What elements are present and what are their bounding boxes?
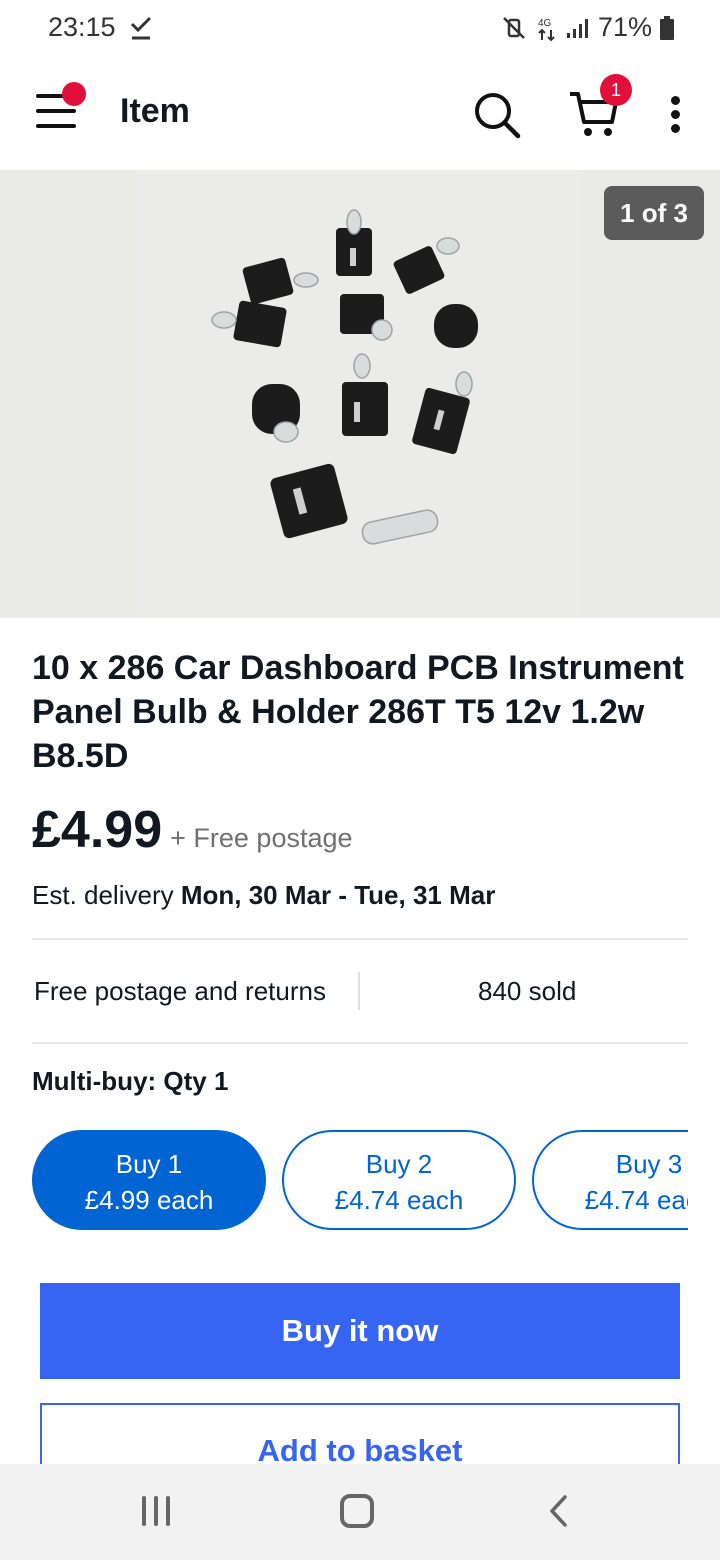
signal-icon	[566, 18, 588, 38]
info-separator	[358, 972, 360, 1010]
multibuy-label: Multi-buy: Qty 1	[32, 1066, 229, 1096]
price: £4.99	[32, 801, 163, 859]
image-counter: 1 of 3	[604, 186, 704, 240]
battery-percent: 71%	[597, 12, 652, 42]
multibuy-qty: Buy 2	[365, 1149, 433, 1179]
more-dot	[671, 110, 680, 119]
image-gallery[interactable]: 1 of 3	[0, 170, 720, 618]
recents-bar	[142, 1496, 146, 1526]
app-header: Item 1	[0, 60, 720, 170]
returns-info: Free postage and returns	[34, 976, 326, 1006]
back-icon[interactable]	[545, 1494, 575, 1528]
buy-it-now-button[interactable]: Buy it now	[40, 1283, 680, 1379]
multibuy-price: £4.99 each	[84, 1185, 214, 1215]
cart-count-badge: 1	[600, 74, 632, 106]
price-row: £4.99 + Free postage	[32, 800, 353, 860]
multibuy-options: Buy 1 £4.99 each Buy 2 £4.74 each Buy 3 …	[32, 1130, 688, 1232]
menu-button[interactable]	[34, 82, 86, 134]
sold-count: 840 sold	[478, 976, 577, 1006]
vibrate-mute-icon	[503, 16, 525, 39]
multibuy-option-1[interactable]: Buy 1 £4.99 each	[32, 1130, 266, 1230]
postage-info: + Free postage	[170, 823, 353, 853]
multibuy-qty: Buy 3	[615, 1149, 683, 1179]
more-options-icon[interactable]	[664, 94, 688, 134]
more-dot	[671, 124, 680, 133]
multibuy-price: £4.74 each	[584, 1185, 688, 1215]
recents-bar	[154, 1496, 158, 1526]
battery-icon	[660, 15, 674, 40]
svg-text:4G: 4G	[538, 18, 552, 29]
more-dot	[671, 96, 680, 105]
network-type-icon: 4G	[538, 18, 555, 41]
multibuy-option-3[interactable]: Buy 3 £4.74 each	[532, 1130, 688, 1230]
multibuy-option-2[interactable]: Buy 2 £4.74 each	[282, 1130, 516, 1230]
delivery-label: Est. delivery	[32, 880, 174, 910]
recents-bar	[166, 1496, 170, 1526]
status-time: 23:15	[48, 12, 116, 42]
home-icon[interactable]	[340, 1494, 374, 1528]
status-indicators: 4G 71%	[502, 12, 674, 43]
info-row: Free postage and returns 840 sold	[0, 940, 720, 1042]
delivery-dates: Mon, 30 Mar - Tue, 31 Mar	[180, 880, 496, 910]
product-title: 10 x 286 Car Dashboard PCB Instrument Pa…	[32, 649, 684, 775]
multibuy-price: £4.74 each	[334, 1185, 464, 1215]
system-nav-bar	[0, 1464, 720, 1560]
download-done-icon	[130, 16, 152, 40]
menu-icon-bar	[36, 124, 76, 128]
divider	[32, 1042, 688, 1044]
product-photo	[136, 170, 582, 618]
multibuy-qty: Buy 1	[115, 1149, 183, 1179]
recent-apps-icon[interactable]	[140, 1496, 172, 1528]
search-icon[interactable]	[472, 90, 522, 140]
status-bar: 23:15 4G 71%	[0, 0, 720, 60]
notification-dot	[62, 82, 86, 106]
page-title: Item	[120, 92, 190, 130]
delivery-estimate: Est. delivery Mon, 30 Mar - Tue, 31 Mar	[32, 880, 495, 911]
menu-icon-bar	[36, 109, 76, 113]
